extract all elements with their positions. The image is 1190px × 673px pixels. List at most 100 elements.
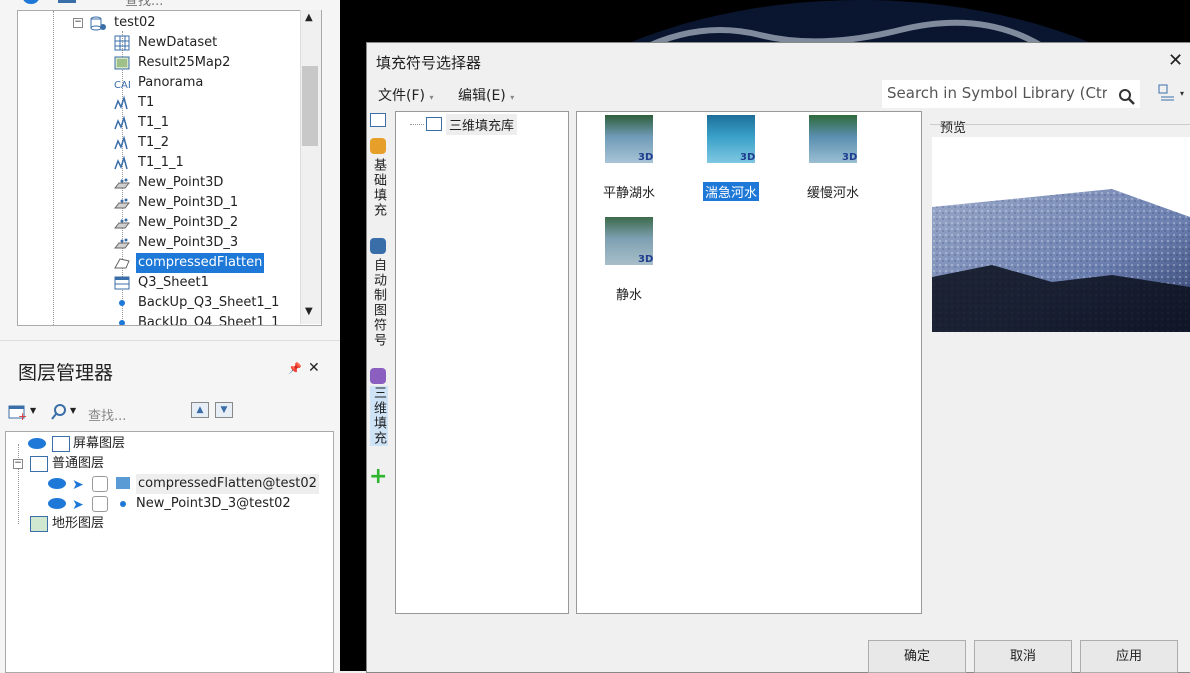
eye-icon[interactable] — [28, 438, 46, 449]
eye-icon[interactable] — [48, 498, 66, 509]
layer-row-child[interactable]: ➤ compressedFlatten@test02 — [6, 474, 326, 494]
tree-root-row[interactable]: − test02 — [18, 13, 318, 33]
tab-basic-fill[interactable]: 基础填充 — [370, 158, 388, 218]
close-icon[interactable]: ✕ — [308, 360, 320, 376]
move-down-icon[interactable]: ▼ — [215, 402, 233, 418]
point3d-dataset-icon — [114, 235, 130, 251]
auto-symbol-tab-icon — [370, 238, 386, 254]
apply-button[interactable]: 应用 — [1080, 640, 1178, 673]
symbol-label: 静水 — [615, 288, 642, 303]
tree-item[interactable]: T1_2 — [18, 133, 318, 153]
layer-tree[interactable]: 屏幕图层 − 普通图层 ➤ compressedFlatten@test02 ➤… — [5, 431, 334, 673]
point-dataset-icon — [114, 315, 130, 325]
layer-label: 地形图层 — [52, 516, 105, 531]
layers-icon[interactable] — [58, 0, 76, 3]
network-dataset-icon — [114, 155, 130, 171]
tree-item[interactable]: CAD Panorama — [18, 73, 318, 93]
tree-item-label: Q3_Sheet1 — [138, 275, 209, 290]
lock-icon[interactable] — [92, 476, 108, 492]
region3d-icon — [116, 477, 130, 489]
tree-item[interactable]: T1_1 — [18, 113, 318, 133]
cancel-button[interactable]: 取消 — [974, 640, 1072, 673]
point-icon — [120, 501, 126, 507]
tab-3d-fill[interactable]: 三维填充 — [370, 386, 388, 446]
tree-item-label: T1_1 — [138, 115, 169, 130]
symbol-item[interactable]: 3D 平静湖水 — [584, 115, 674, 201]
layer-label: 屏幕图层 — [73, 436, 126, 451]
table-dataset-icon — [114, 275, 130, 291]
3d-fill-tab-icon — [370, 368, 386, 384]
pin-icon[interactable]: 📌 — [288, 362, 302, 375]
collapse-icon[interactable]: − — [73, 18, 83, 28]
tree-item[interactable]: BackUp_Q3_Sheet1_1 — [18, 293, 318, 313]
folder-icon[interactable] — [370, 113, 386, 127]
search-icon[interactable] — [50, 403, 68, 421]
menu-label: 编辑(E) — [458, 88, 506, 104]
tree-item-label: T1_1_1 — [138, 155, 184, 170]
symbol-thumbnail: 3D — [605, 115, 653, 163]
eye-icon[interactable] — [48, 478, 66, 489]
layer-label: 普通图层 — [52, 456, 105, 471]
view-mode-icon[interactable]: ▾ — [1158, 84, 1186, 102]
menu-edit[interactable]: 编辑(E) ▾ — [458, 85, 514, 105]
selectable-icon[interactable]: ➤ — [72, 475, 84, 495]
tree-item-label: Result25Map2 — [138, 55, 231, 70]
tree-item[interactable]: Q3_Sheet1 — [18, 273, 318, 293]
tree-item[interactable]: New_Point3D — [18, 173, 318, 193]
symbol-item[interactable]: 3D 湍急河水 — [686, 115, 776, 201]
point3d-dataset-icon — [114, 175, 130, 191]
scroll-down-icon[interactable]: ▼ — [305, 306, 313, 317]
symbol-label: 湍急河水 — [702, 182, 759, 201]
tree-item[interactable]: BackUp_Q4_Sheet1_1 — [18, 313, 318, 325]
tree-item-label: Panorama — [138, 75, 204, 90]
scroll-up-icon[interactable]: ▲ — [305, 12, 313, 23]
symbol-label: 平静湖水 — [602, 186, 655, 201]
tree-item[interactable]: NewDataset — [18, 33, 318, 53]
tree-item[interactable]: New_Point3D_1 — [18, 193, 318, 213]
layer-search-input[interactable]: 查找... — [88, 405, 126, 424]
menu-file[interactable]: 文件(F) ▾ — [378, 85, 433, 105]
library-tree[interactable] — [395, 111, 569, 614]
dropdown-arrow-icon: ▾ — [429, 93, 434, 102]
tab-auto-symbol[interactable]: 自动制图符号 — [370, 258, 388, 348]
tree-item[interactable]: Result25Map2 — [18, 53, 318, 73]
tree-item-label: New_Point3D_2 — [138, 215, 239, 230]
search-icon[interactable] — [1118, 88, 1136, 106]
layer-manager-title: 图层管理器 — [18, 362, 114, 384]
add-tab-icon[interactable]: + — [369, 464, 387, 489]
move-up-icon[interactable]: ▲ — [191, 402, 209, 418]
dropdown-arrow-icon[interactable]: ▼ — [70, 406, 76, 415]
collapse-icon[interactable]: − — [13, 459, 23, 469]
tree-item-label: New_Point3D_1 — [138, 195, 239, 210]
datasource-icon — [90, 16, 106, 31]
tree-item[interactable]: T1_1_1 — [18, 153, 318, 173]
dataset-tree[interactable]: − test02 NewDataset Result25Map2 CAD Panora… — [17, 10, 322, 326]
add-layer-icon[interactable]: + — [8, 403, 28, 421]
symbol-search-placeholder: Search in Symbol Library (Ctrl — [887, 84, 1107, 102]
point3d-dataset-icon — [114, 195, 130, 211]
tree-item[interactable]: compressedFlatten — [18, 253, 318, 273]
ok-button[interactable]: 确定 — [868, 640, 966, 673]
tree-item-label: T1 — [138, 95, 155, 110]
symbol-item[interactable]: 3D 静水 — [584, 217, 674, 303]
toolbar-strip: 查找... — [0, 0, 340, 9]
eye-icon[interactable] — [23, 0, 39, 4]
tree-scroll-thumb[interactable] — [302, 66, 318, 146]
close-icon[interactable]: ✕ — [1168, 50, 1183, 71]
tree-item[interactable]: T1 — [18, 93, 318, 113]
symbol-thumbnail: 3D — [707, 115, 755, 163]
tree-item[interactable]: New_Point3D_3 — [18, 233, 318, 253]
tree-item[interactable]: New_Point3D_2 — [18, 213, 318, 233]
tree-item-label: New_Point3D_3 — [138, 235, 239, 250]
selectable-icon[interactable]: ➤ — [72, 495, 84, 515]
library-root-label[interactable]: 三维填充库 — [446, 114, 518, 135]
tree-search-input[interactable]: 查找... — [125, 0, 163, 9]
layer-row-child[interactable]: ➤ New_Point3D_3@test02 — [6, 494, 326, 514]
symbol-item[interactable]: 3D 缓慢河水 — [788, 115, 878, 201]
dropdown-arrow-icon[interactable]: ▼ — [30, 406, 36, 415]
preview-canvas — [932, 137, 1190, 332]
tree-scrollbar[interactable]: ▲ ▼ — [300, 10, 321, 324]
svg-text:3D: 3D — [740, 152, 755, 163]
lock-icon[interactable] — [92, 496, 108, 512]
terrain-layer-icon — [30, 516, 48, 532]
